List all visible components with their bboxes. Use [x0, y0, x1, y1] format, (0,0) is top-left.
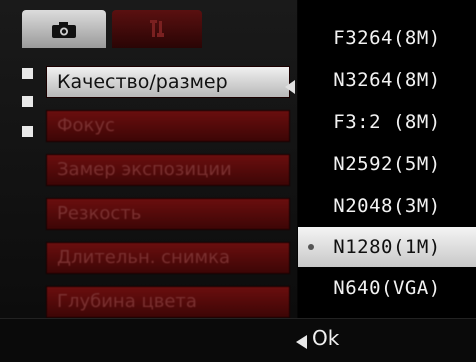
option-label: N1280(1M) [333, 236, 441, 258]
menu-item-sharpness[interactable]: Резкость [46, 198, 290, 230]
menu-item-quality-size[interactable]: Качество/размер [46, 66, 290, 98]
menu-item-color-depth[interactable]: Глубина цвета [46, 286, 290, 318]
option-item-highlighted[interactable]: N1280(1M) [298, 227, 476, 267]
left-arrow-icon [285, 80, 295, 94]
camera-menu-screen: Качество/размер Фокус Замер экспозиции Р… [0, 0, 476, 362]
option-item[interactable]: F3:2 (8M) [298, 102, 476, 142]
page-indicator-mark [22, 126, 33, 137]
tab-setup[interactable] [112, 10, 202, 48]
menu-item-metering[interactable]: Замер экспозиции [46, 154, 290, 186]
options-list: F3264(8M) N3264(8M) F3:2 (8M) N2592(5M) … [298, 0, 476, 318]
menu-panel: Качество/размер Фокус Замер экспозиции Р… [0, 0, 297, 318]
option-item[interactable]: F3264(8M) [298, 18, 476, 58]
tools-icon [150, 20, 164, 37]
tab-shooting[interactable] [22, 10, 106, 48]
option-item[interactable]: N2048(3M) [298, 186, 476, 226]
tab-bar [22, 10, 292, 48]
camera-icon [52, 22, 76, 38]
page-indicator-mark [22, 96, 33, 107]
ok-button[interactable]: Ok [312, 323, 339, 353]
option-item[interactable]: N2592(5M) [298, 144, 476, 184]
footer-bar [0, 318, 476, 362]
page-indicator-mark [22, 68, 33, 79]
menu-item-duration[interactable]: Длительн. снимка [46, 242, 290, 274]
option-item[interactable]: N640(VGA) [298, 268, 476, 308]
left-arrow-icon[interactable] [296, 335, 307, 349]
menu-item-focus[interactable]: Фокус [46, 110, 290, 142]
selection-dot-icon [308, 244, 314, 250]
option-item[interactable]: N3264(8M) [298, 60, 476, 100]
